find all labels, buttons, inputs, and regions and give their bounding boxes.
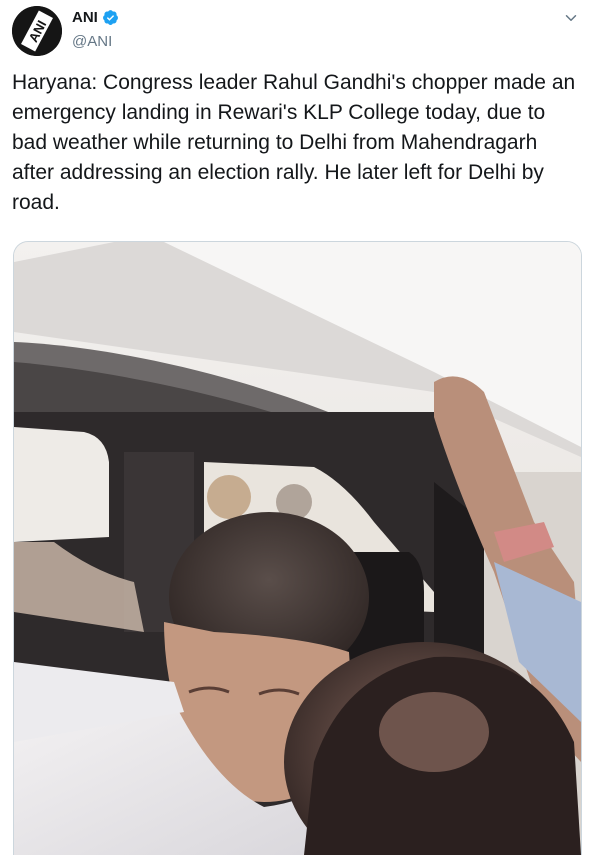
author-name-row: ANI: [72, 9, 119, 26]
photo-car-scene: [14, 242, 581, 855]
handle[interactable]: @ANI: [72, 33, 112, 50]
tweet-photo[interactable]: [13, 241, 582, 855]
tweet-text: Haryana: Congress leader Rahul Gandhi's …: [12, 71, 576, 214]
avatar[interactable]: ANI: [12, 6, 62, 56]
ani-logo: ANI: [12, 6, 62, 56]
chevron-down-icon[interactable]: [562, 9, 580, 27]
verified-badge-icon: [102, 10, 118, 25]
tweet-card: ANI ANI @ANI Haryana: Congress leader Ra…: [0, 0, 594, 855]
display-name[interactable]: ANI: [72, 9, 98, 26]
